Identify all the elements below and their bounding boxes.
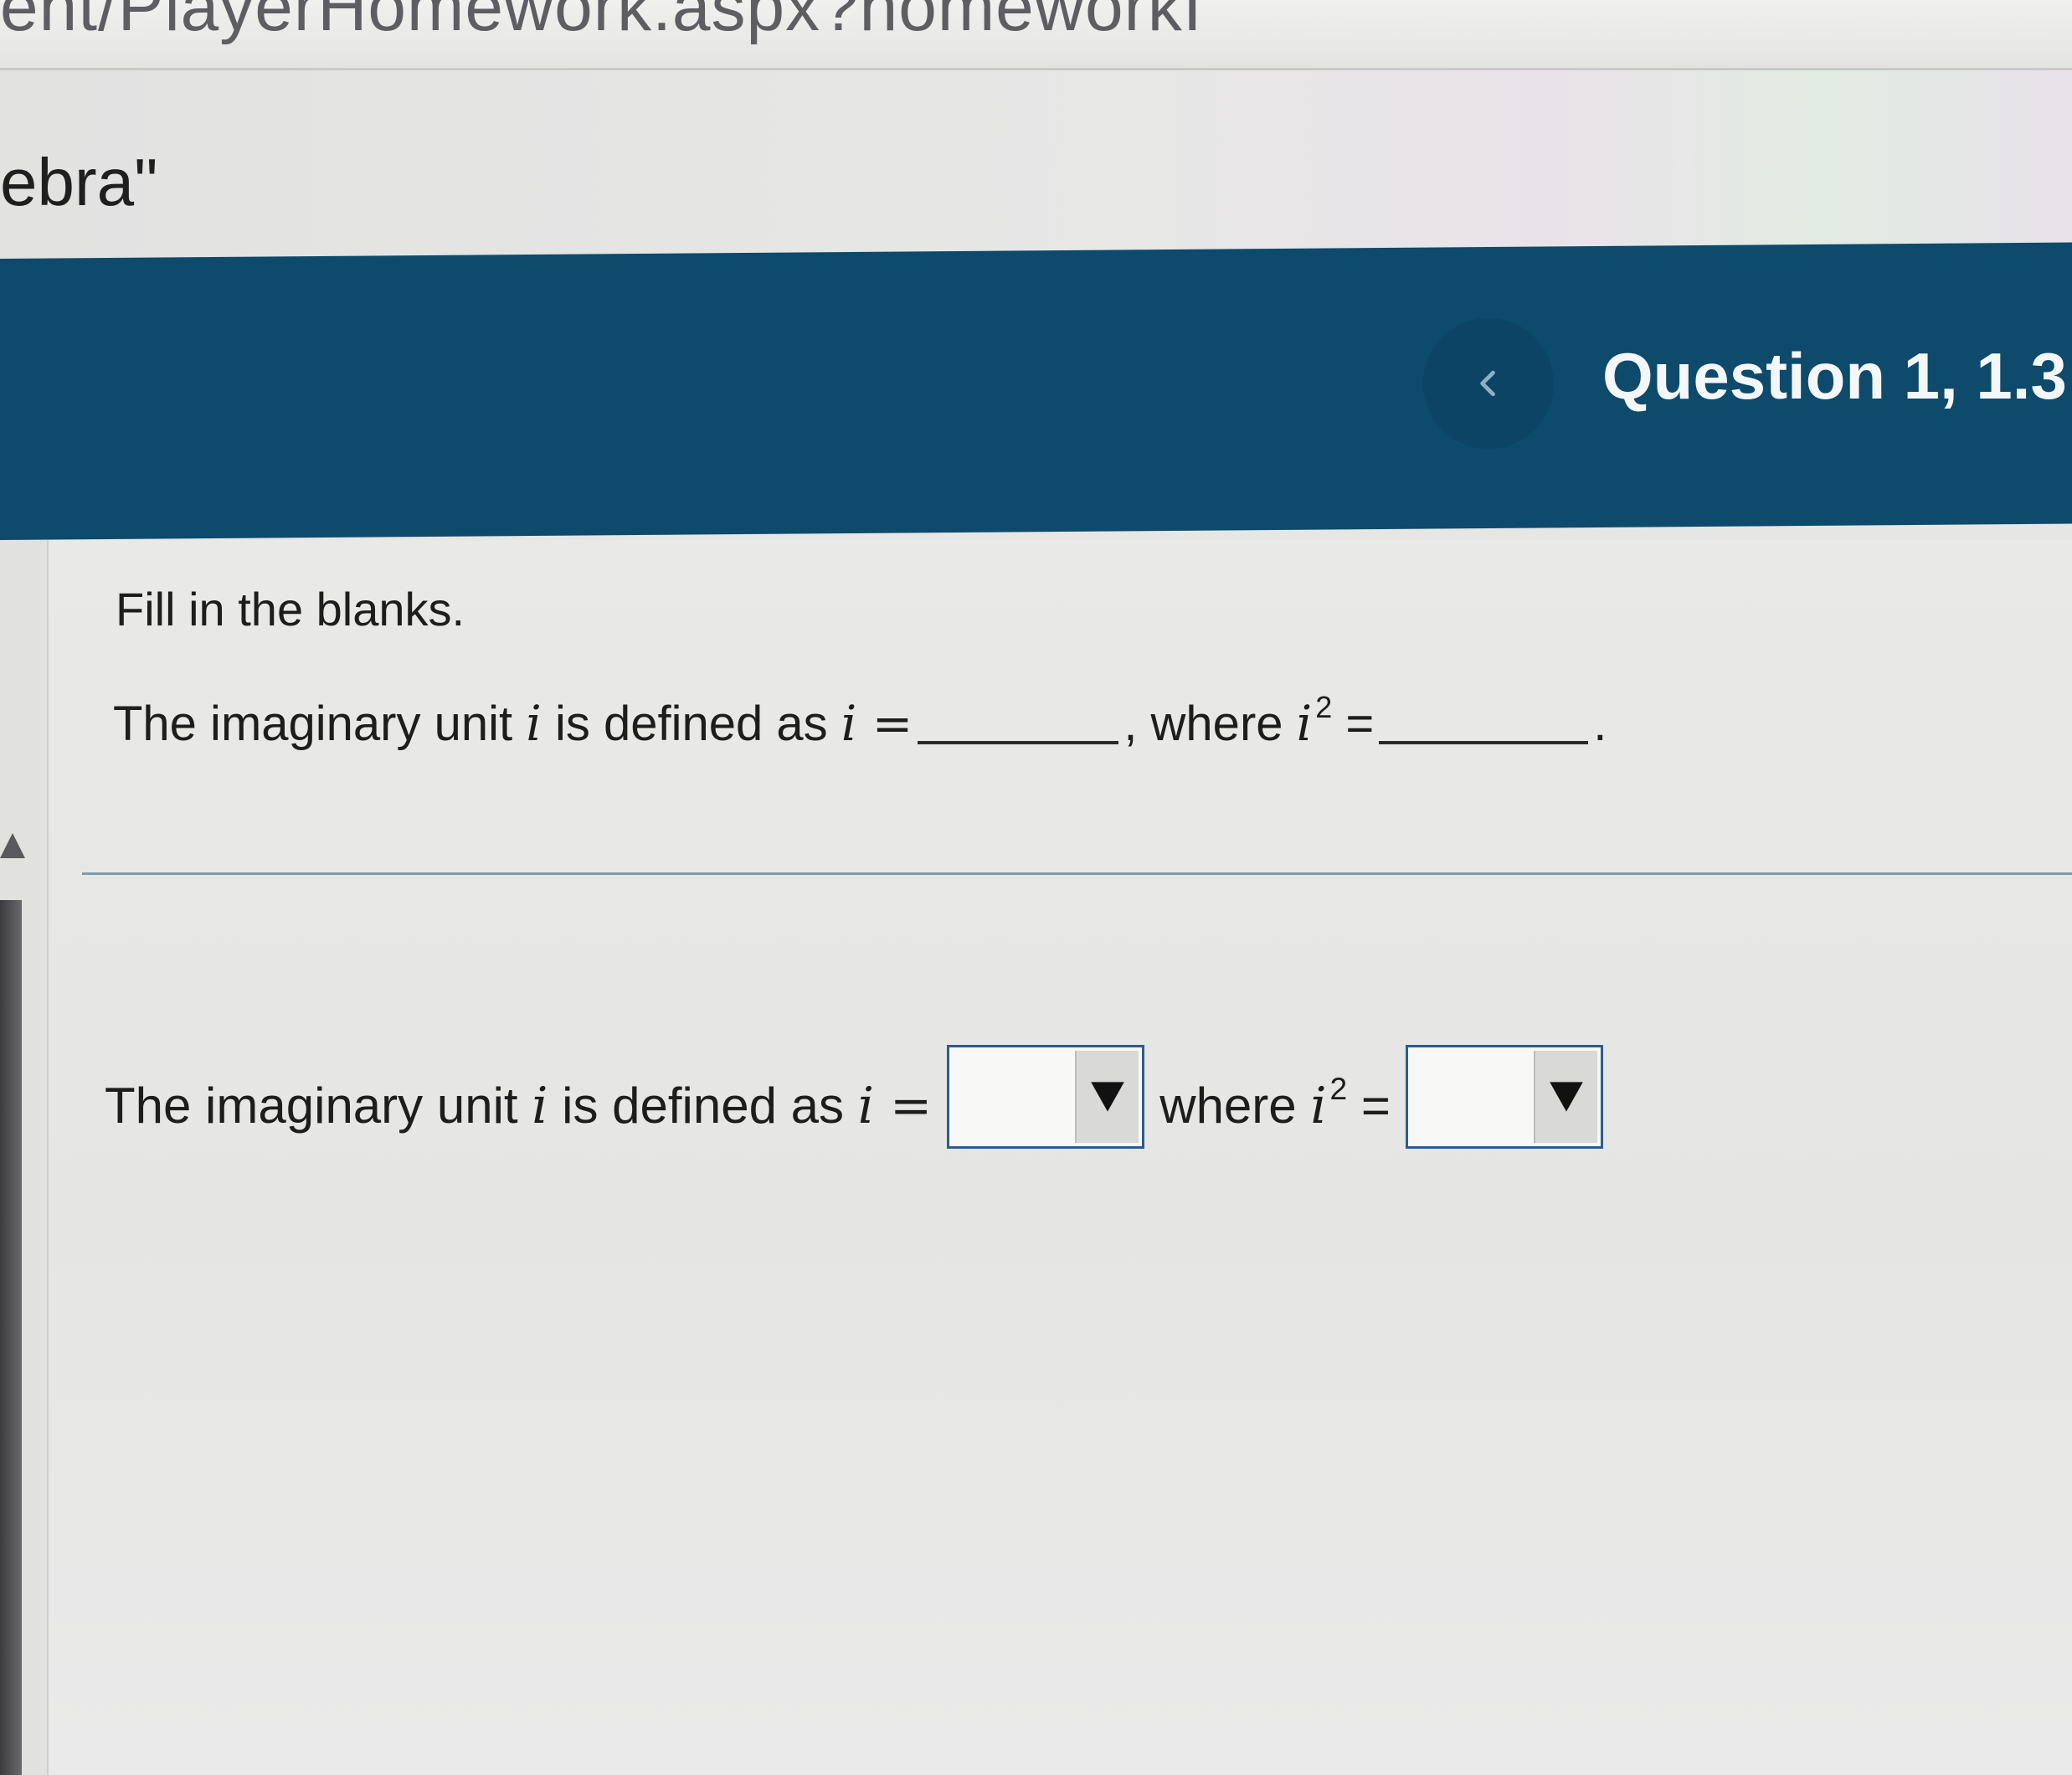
question-content: Fill in the blanks. The imaginary unit i… bbox=[0, 540, 2072, 1775]
blank-2 bbox=[1379, 740, 1589, 744]
answer-where: where bbox=[1159, 1078, 1297, 1134]
page-title-strip: ebra" bbox=[0, 70, 2072, 259]
answer-var-i: i bbox=[532, 1077, 548, 1135]
statement-middle: is defined as bbox=[554, 697, 828, 751]
answer-prefix: The imaginary unit bbox=[105, 1078, 518, 1134]
answer-i2-base: i bbox=[1310, 1077, 1327, 1135]
triangle-down-icon bbox=[1091, 1082, 1125, 1112]
page: ent/PlayerHomework.aspx?homeworkI ebra" … bbox=[0, 0, 2072, 1775]
statement-prefix: The imaginary unit bbox=[113, 697, 513, 751]
statement-where: , where bbox=[1123, 697, 1283, 751]
statement-i2-exp: 2 bbox=[1315, 690, 1333, 725]
side-panel-edge bbox=[0, 900, 22, 1775]
dropdown-i2-toggle[interactable] bbox=[1533, 1051, 1597, 1143]
answer-i2-exp: 2 bbox=[1329, 1071, 1348, 1107]
statement-i2-base: i bbox=[1296, 695, 1313, 752]
question-title: Question 1, 1.3 bbox=[1602, 339, 2067, 413]
statement-var-i: i bbox=[526, 695, 542, 752]
chevron-left-icon bbox=[1480, 370, 1495, 397]
answer-dropdown-i2[interactable] bbox=[1405, 1045, 1603, 1149]
browser-url-bar[interactable]: ent/PlayerHomework.aspx?homeworkI bbox=[0, 0, 2072, 70]
url-text: ent/PlayerHomework.aspx?homeworkI bbox=[0, 0, 1203, 45]
statement-eq-i: i = bbox=[841, 695, 913, 752]
question-statement: The imaginary unit i is defined as i = ,… bbox=[113, 690, 1607, 752]
blank-1 bbox=[918, 740, 1119, 744]
course-title: ebra" bbox=[0, 145, 158, 219]
answer-eq-i: i = bbox=[857, 1077, 933, 1135]
answer-eq-sign: = bbox=[1360, 1078, 1391, 1134]
triangle-down-icon bbox=[1550, 1082, 1583, 1112]
dropdown-i-toggle[interactable] bbox=[1075, 1051, 1139, 1143]
statement-eq-sign: = bbox=[1345, 697, 1375, 751]
instruction-text: Fill in the blanks. bbox=[116, 583, 465, 635]
answer-dropdown-i[interactable] bbox=[947, 1045, 1145, 1149]
previous-question-button[interactable] bbox=[1423, 318, 1554, 449]
answer-statement: The imaginary unit i is defined as i = w… bbox=[105, 1021, 1618, 1149]
statement-end: . bbox=[1593, 697, 1607, 751]
answer-middle: is defined as bbox=[562, 1078, 845, 1134]
dropdown-i2-value[interactable] bbox=[1407, 1047, 1534, 1146]
dropdown-i-value[interactable] bbox=[949, 1047, 1076, 1146]
section-divider bbox=[82, 872, 2072, 875]
